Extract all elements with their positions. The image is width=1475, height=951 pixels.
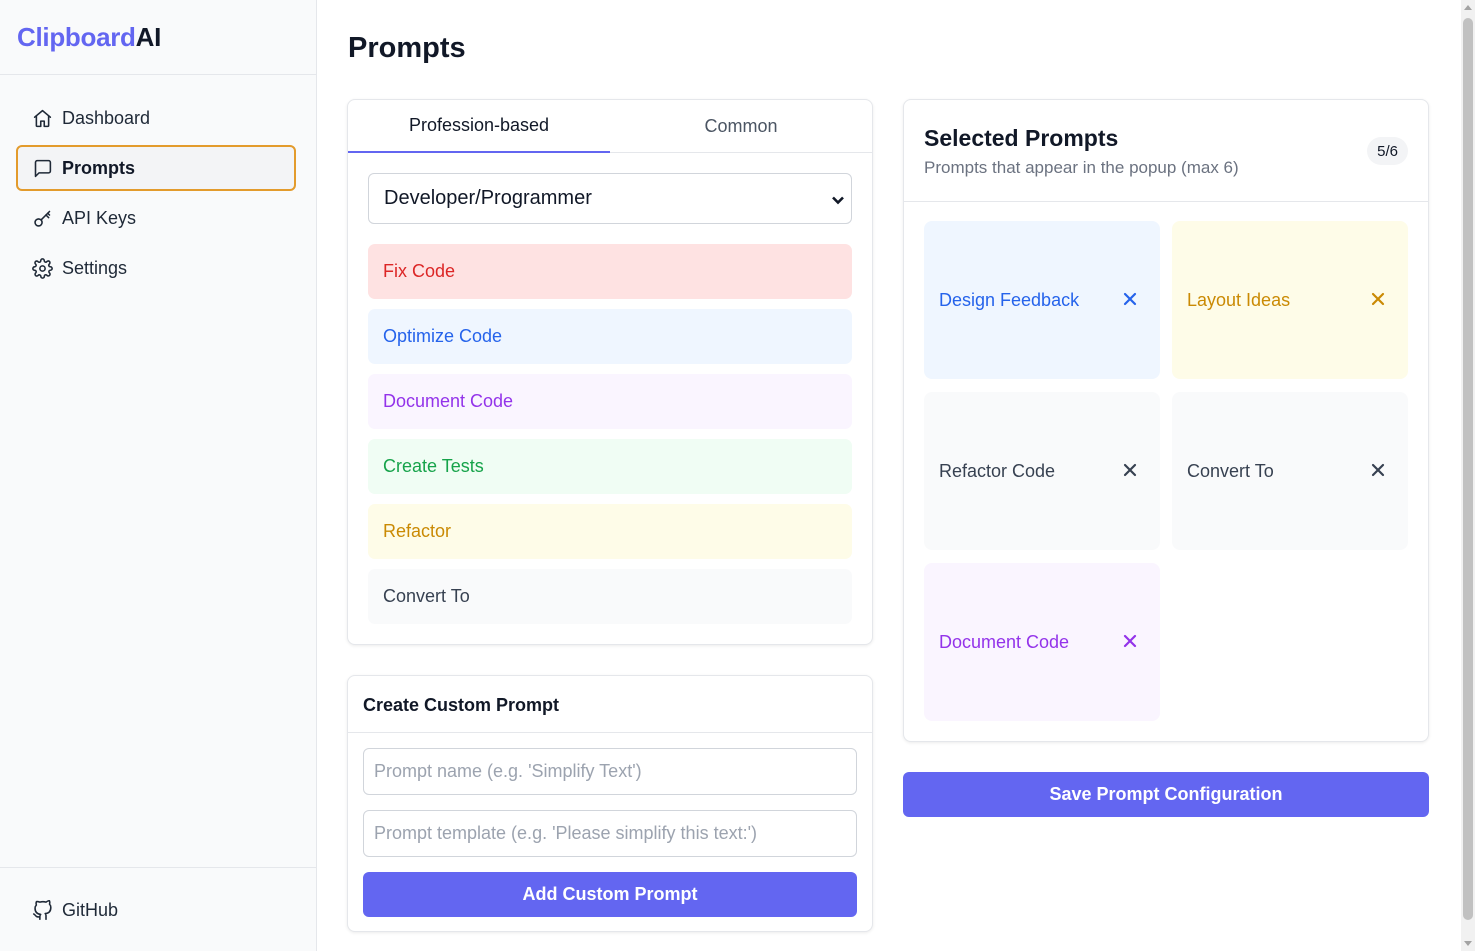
github-icon	[31, 899, 53, 921]
sidebar-nav: Dashboard Prompts API Keys Settings	[0, 75, 316, 291]
prompt-list: Fix Code Optimize Code Document Code Cre…	[368, 244, 852, 624]
profession-select[interactable]: Developer/Programmer	[368, 173, 852, 224]
close-icon[interactable]	[1122, 291, 1138, 307]
prompt-tabs: Profession-based Common	[348, 100, 872, 153]
close-icon[interactable]	[1370, 462, 1386, 478]
close-icon[interactable]	[1122, 633, 1138, 649]
tab-profession-based[interactable]: Profession-based	[348, 100, 610, 153]
selected-tile-label: Refactor Code	[939, 460, 1056, 481]
selected-tile-label: Layout Ideas	[1187, 289, 1291, 310]
selected-tile-design-feedback: Design Feedback	[924, 221, 1160, 379]
selected-tile-document-code: Document Code	[924, 563, 1160, 721]
prompt-item-create-tests[interactable]: Create Tests	[368, 439, 852, 494]
sidebar-item-settings[interactable]: Settings	[16, 245, 296, 291]
close-icon[interactable]	[1370, 291, 1386, 307]
prompt-template-input[interactable]	[363, 810, 857, 857]
logo-ai-text: AI	[135, 22, 162, 52]
prompt-name-input[interactable]	[363, 748, 857, 795]
logo-brand-text: Clipboard	[17, 22, 136, 52]
selected-tile-label: Convert To	[1187, 460, 1274, 481]
selected-tile-convert-to: Convert To	[1172, 392, 1408, 550]
prompt-library-card: Profession-based Common Developer/Progra…	[347, 99, 873, 645]
sidebar: ClipboardAI Dashboard Prompts API Keys S…	[0, 0, 317, 951]
gear-icon	[31, 257, 53, 279]
selected-prompts-card: Selected Prompts Prompts that appear in …	[903, 99, 1429, 742]
add-custom-prompt-button[interactable]: Add Custom Prompt	[363, 872, 857, 917]
selected-prompts-subtitle: Prompts that appear in the popup (max 6)	[924, 158, 1239, 177]
sidebar-item-prompts[interactable]: Prompts	[16, 145, 296, 191]
page-title: Prompts	[348, 32, 466, 64]
sidebar-item-label: GitHub	[62, 899, 119, 920]
selected-prompts-header: Selected Prompts Prompts that appear in …	[904, 100, 1428, 202]
key-icon	[31, 207, 53, 229]
prompt-item-document-code[interactable]: Document Code	[368, 374, 852, 429]
scrollbar-thumb[interactable]	[1463, 18, 1473, 920]
selected-tile-label: Document Code	[939, 631, 1070, 652]
selected-tile-label: Design Feedback	[939, 289, 1080, 310]
selected-tile-layout-ideas: Layout Ideas	[1172, 221, 1408, 379]
prompt-item-fix-code[interactable]: Fix Code	[368, 244, 852, 299]
prompt-item-convert-to[interactable]: Convert To	[368, 569, 852, 624]
prompt-item-optimize-code[interactable]: Optimize Code	[368, 309, 852, 364]
sidebar-item-github[interactable]: GitHub	[16, 887, 296, 933]
sidebar-item-label: API Keys	[62, 207, 137, 228]
page-scrollbar[interactable]	[1461, 0, 1475, 951]
selected-tile-refactor-code: Refactor Code	[924, 392, 1160, 550]
app-logo[interactable]: ClipboardAI	[0, 0, 316, 75]
custom-prompt-title: Create Custom Prompt	[348, 676, 872, 733]
selected-prompts-title: Selected Prompts	[924, 125, 1119, 151]
sidebar-footer: GitHub	[0, 867, 316, 951]
custom-prompt-card: Create Custom Prompt Add Custom Prompt	[347, 675, 873, 932]
sidebar-item-label: Prompts	[62, 157, 136, 178]
sidebar-item-api-keys[interactable]: API Keys	[16, 195, 296, 241]
chevron-down-icon	[831, 190, 845, 205]
scroll-down-icon[interactable]	[1464, 941, 1472, 946]
scroll-up-icon[interactable]	[1464, 5, 1472, 10]
selected-count-badge: 5/6	[1367, 137, 1408, 165]
sidebar-item-dashboard[interactable]: Dashboard	[16, 95, 296, 141]
sidebar-item-label: Settings	[62, 257, 128, 278]
prompt-item-refactor[interactable]: Refactor	[368, 504, 852, 559]
message-square-icon	[31, 157, 53, 179]
save-prompt-configuration-button[interactable]: Save Prompt Configuration	[903, 772, 1429, 817]
close-icon[interactable]	[1122, 462, 1138, 478]
profession-select-value: Developer/Programmer	[384, 187, 592, 209]
main-content: Prompts Profession-based Common Develope…	[318, 0, 1461, 951]
home-icon	[31, 107, 53, 129]
sidebar-item-label: Dashboard	[62, 107, 151, 128]
tab-common[interactable]: Common	[610, 100, 872, 152]
